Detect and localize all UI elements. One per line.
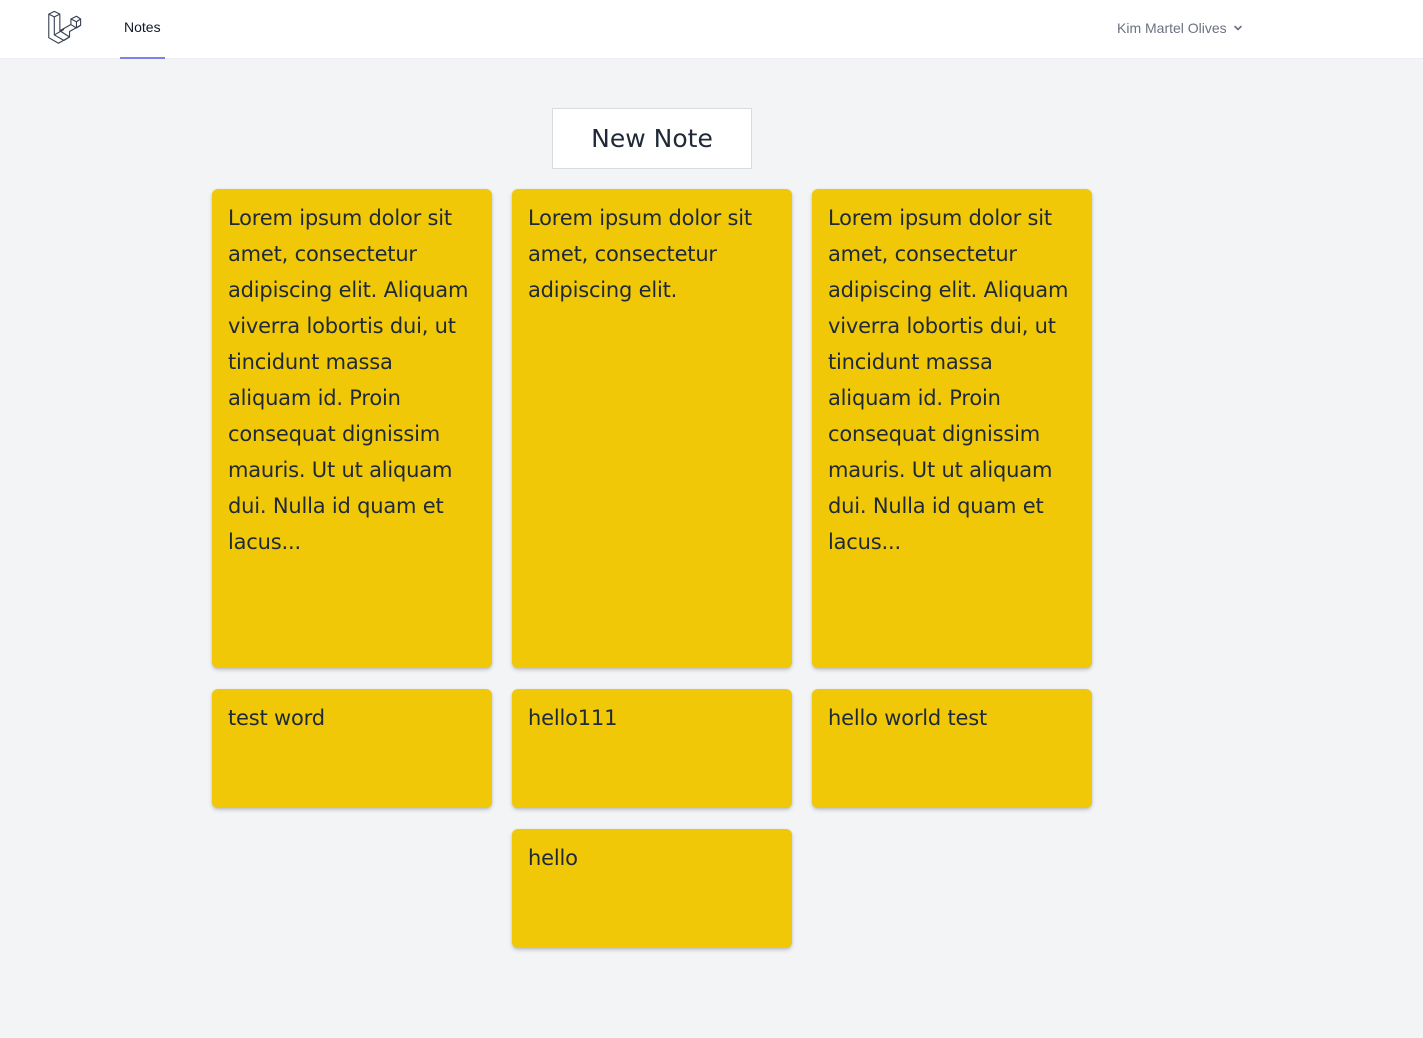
note-text: hello — [528, 846, 578, 870]
new-note-button[interactable]: New Note — [552, 108, 752, 169]
note-card[interactable]: hello world test — [812, 689, 1092, 808]
nav-link-notes-label: Notes — [124, 19, 161, 35]
note-card[interactable]: Lorem ipsum dolor sit amet, consectetur … — [212, 189, 492, 668]
note-card[interactable]: Lorem ipsum dolor sit amet, consectetur … — [812, 189, 1092, 668]
note-text: test word — [228, 706, 325, 730]
note-text: hello world test — [828, 706, 988, 730]
note-text: Lorem ipsum dolor sit amet, consectetur … — [828, 206, 1069, 554]
note-card[interactable]: hello111 — [512, 689, 792, 808]
note-card[interactable]: test word — [212, 689, 492, 808]
note-card[interactable]: hello — [512, 829, 792, 948]
note-text: Lorem ipsum dolor sit amet, consectetur … — [228, 206, 469, 554]
chevron-down-icon — [1233, 25, 1242, 31]
nav-link-notes[interactable]: Notes — [120, 0, 165, 59]
note-text: Lorem ipsum dolor sit amet, consectetur … — [528, 206, 752, 302]
top-navigation-bar: Notes Kim Martel Olives — [0, 0, 1423, 59]
laravel-logo-icon[interactable] — [46, 10, 82, 46]
user-name: Kim Martel Olives — [1117, 20, 1227, 36]
note-card[interactable]: Lorem ipsum dolor sit amet, consectetur … — [512, 189, 792, 668]
note-text: hello111 — [528, 706, 618, 730]
user-menu-dropdown[interactable]: Kim Martel Olives — [1117, 18, 1243, 38]
